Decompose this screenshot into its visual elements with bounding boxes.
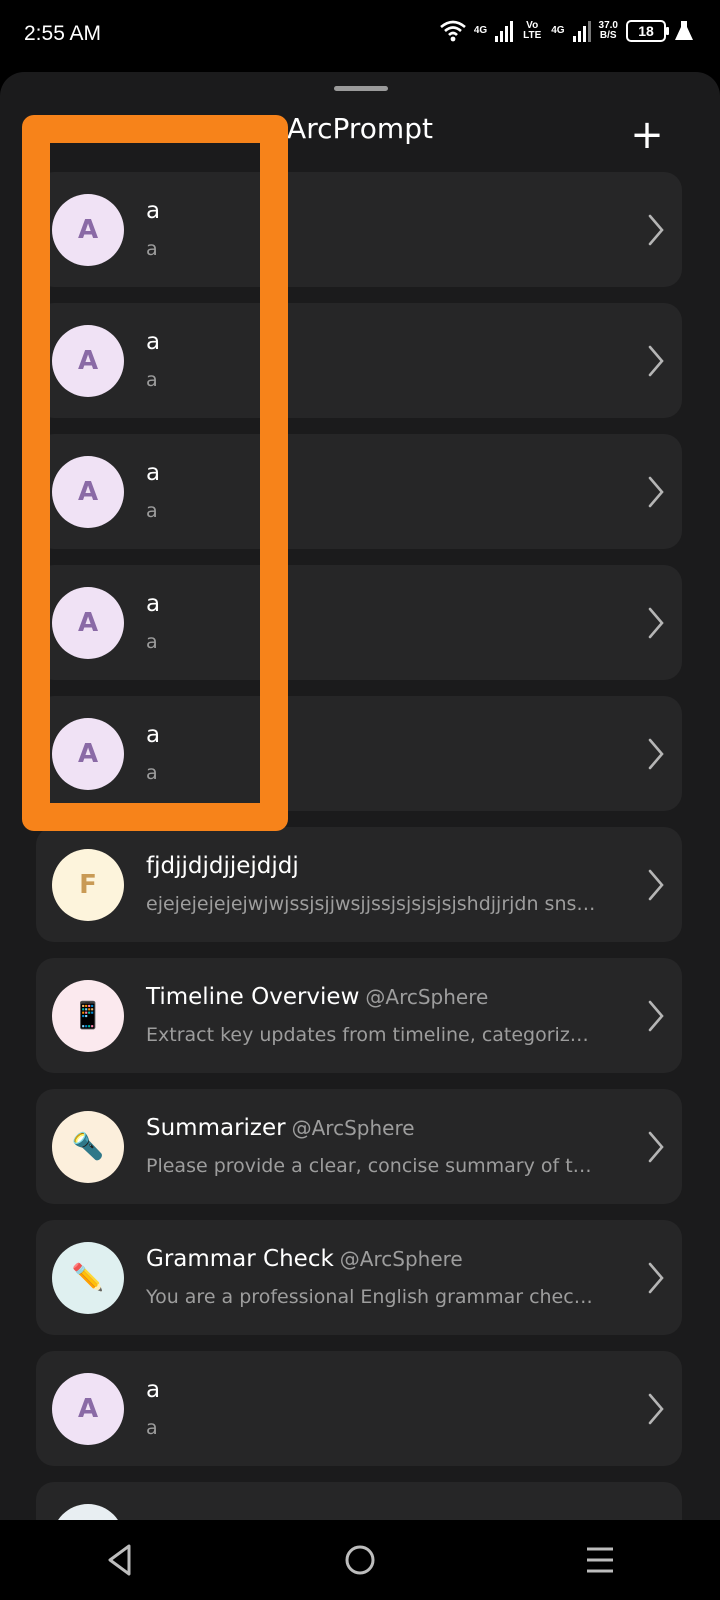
item-title-text: a bbox=[146, 329, 161, 355]
item-title: a bbox=[146, 460, 166, 486]
avatar bbox=[52, 1504, 124, 1520]
network-type-2: 4G bbox=[551, 25, 565, 36]
back-triangle-icon bbox=[108, 1544, 131, 1576]
item-description: a bbox=[146, 369, 158, 391]
page-title: ArcPrompt bbox=[287, 112, 433, 145]
chevron-right-icon bbox=[648, 869, 664, 901]
avatar: A bbox=[52, 718, 124, 790]
list-item[interactable]: A a a bbox=[36, 303, 682, 418]
chevron-right-icon bbox=[648, 607, 664, 639]
item-description: a bbox=[146, 762, 158, 784]
item-description: a bbox=[146, 238, 158, 260]
battery-icon: 18 bbox=[626, 20, 669, 42]
item-title-text: Timeline Overview bbox=[146, 984, 360, 1010]
item-title: Timeline Overview @ArcSphere bbox=[146, 984, 488, 1010]
bottom-sheet: ArcPrompt + A a a A a a A a a A a a A a … bbox=[0, 72, 720, 1520]
item-description: Please provide a clear, concise summary … bbox=[146, 1155, 592, 1177]
home-circle-icon bbox=[345, 1545, 375, 1575]
network-type-1: 4G bbox=[473, 25, 488, 36]
prompt-list: A a a A a a A a a A a a A a a F fjdjjdjd… bbox=[36, 172, 682, 1520]
item-title: a bbox=[146, 591, 166, 617]
item-title: Summarizer @ArcSphere bbox=[146, 1115, 415, 1141]
item-author: @ArcSphere bbox=[291, 1116, 415, 1140]
status-time: 2:55 AM bbox=[24, 22, 102, 45]
status-icons: 4G Vo LTE 4G 37.0 B/S 18 bbox=[440, 20, 694, 42]
list-item[interactable]: A a a bbox=[36, 565, 682, 680]
item-title-text: Summarizer bbox=[146, 1115, 286, 1141]
avatar: A bbox=[52, 194, 124, 266]
network-speed-unit: B/S bbox=[599, 30, 617, 41]
item-title-text: a bbox=[146, 198, 161, 224]
item-title: a bbox=[146, 198, 166, 224]
item-title bbox=[146, 1508, 152, 1520]
list-item[interactable]: A a a bbox=[36, 434, 682, 549]
flashlight-icon: 🔦 bbox=[52, 1111, 124, 1183]
avatar: A bbox=[52, 587, 124, 659]
chevron-right-icon bbox=[648, 738, 664, 770]
item-author: @ArcSphere bbox=[339, 1247, 463, 1271]
item-title-text: fjdjjdjdjjejdjdj bbox=[146, 853, 299, 879]
recents-button[interactable] bbox=[570, 1530, 630, 1590]
charging-flask-icon bbox=[675, 21, 693, 40]
item-title: Grammar Check @ArcSphere bbox=[146, 1246, 463, 1272]
item-description: You are a professional English grammar c… bbox=[146, 1286, 593, 1308]
list-item[interactable]: ✏️ Grammar Check @ArcSphere You are a pro… bbox=[36, 1220, 682, 1335]
chevron-right-icon bbox=[648, 1393, 664, 1425]
chevron-right-icon bbox=[648, 1000, 664, 1032]
phone-icon: 📱 bbox=[52, 980, 124, 1052]
item-title: a bbox=[146, 1377, 166, 1403]
list-item[interactable]: A a a bbox=[36, 172, 682, 287]
drag-handle[interactable] bbox=[334, 86, 388, 91]
signal-icon-2 bbox=[572, 20, 591, 42]
list-item[interactable]: A a a bbox=[36, 1351, 682, 1466]
item-author: @ArcSphere bbox=[365, 985, 489, 1009]
item-description: Extract key updates from timeline, categ… bbox=[146, 1024, 589, 1046]
home-button[interactable] bbox=[330, 1530, 390, 1590]
status-bar: 2:55 AM 4G Vo LTE 4G 37.0 B/S 18 bbox=[0, 0, 720, 72]
item-title-text: a bbox=[146, 1377, 161, 1403]
volte-indicator: Vo LTE bbox=[523, 20, 542, 41]
navigation-bar bbox=[0, 1520, 720, 1600]
wifi-icon bbox=[440, 20, 466, 42]
list-item[interactable]: F fjdjjdjdjjejdjdj ejejejejejejwjwjssjsj… bbox=[36, 827, 682, 942]
back-button[interactable] bbox=[90, 1530, 150, 1590]
network-speed: 37.0 B/S bbox=[599, 21, 618, 41]
item-description: a bbox=[146, 1417, 158, 1439]
avatar: F bbox=[52, 849, 124, 921]
item-title-text: Grammar Check bbox=[146, 1246, 334, 1272]
list-item[interactable]: 📱 Timeline Overview @ArcSphere Extract ke… bbox=[36, 958, 682, 1073]
list-item[interactable]: A a a bbox=[36, 696, 682, 811]
list-item[interactable]: 🔦 Summarizer @ArcSphere Please provide a … bbox=[36, 1089, 682, 1204]
pencil-icon: ✏️ bbox=[52, 1242, 124, 1314]
item-description: ejejejejejejwjwjssjsjjwsjjssjsjsjsjsjshd… bbox=[146, 893, 596, 915]
item-title: a bbox=[146, 329, 166, 355]
avatar: A bbox=[52, 325, 124, 397]
item-description: a bbox=[146, 631, 158, 653]
item-title-text: a bbox=[146, 591, 161, 617]
item-title: fjdjjdjdjjejdjdj bbox=[146, 853, 305, 879]
item-title: a bbox=[146, 722, 166, 748]
menu-lines-icon bbox=[587, 1547, 613, 1573]
add-prompt-button[interactable]: + bbox=[620, 108, 674, 162]
chevron-right-icon bbox=[648, 345, 664, 377]
item-title-text: a bbox=[146, 460, 161, 486]
chevron-right-icon bbox=[648, 476, 664, 508]
avatar: A bbox=[52, 1373, 124, 1445]
item-description: a bbox=[146, 500, 158, 522]
item-title-text: a bbox=[146, 722, 161, 748]
chevron-right-icon bbox=[648, 1262, 664, 1294]
signal-icon bbox=[495, 20, 514, 42]
chevron-right-icon bbox=[648, 1131, 664, 1163]
list-item[interactable] bbox=[36, 1482, 682, 1520]
avatar: A bbox=[52, 456, 124, 528]
chevron-right-icon bbox=[648, 214, 664, 246]
